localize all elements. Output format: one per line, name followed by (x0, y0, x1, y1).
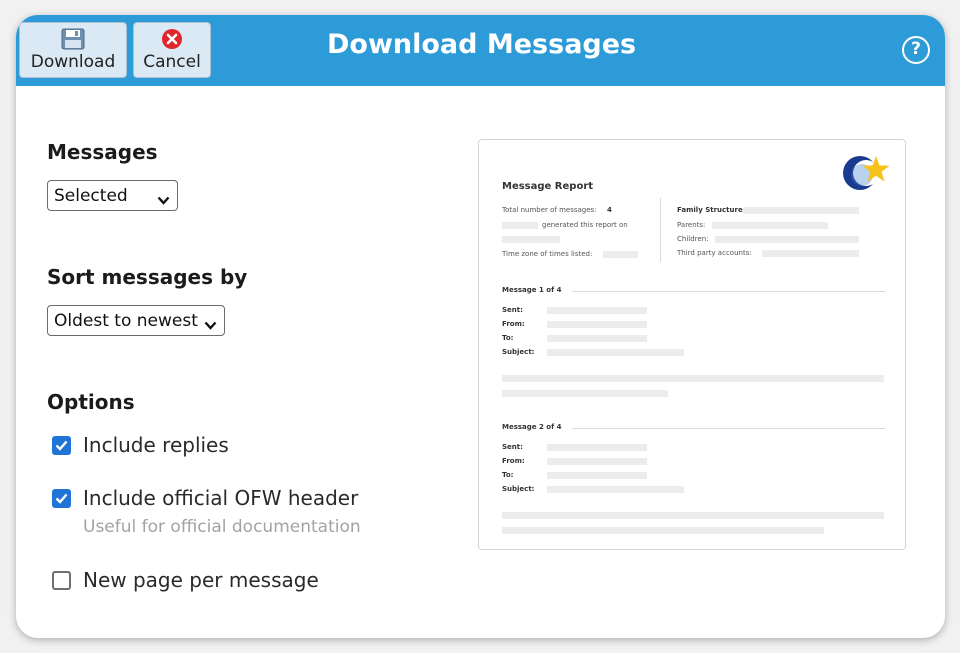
preview-from-label: From: (502, 320, 525, 328)
preview-message-header: Message 2 of 4 (502, 423, 562, 431)
preview-from-label: From: (502, 457, 525, 465)
preview-redacted-bar (502, 236, 560, 243)
preview-rule (572, 291, 885, 292)
cancel-button-label: Cancel (143, 52, 201, 72)
preview-redacted-bar (547, 472, 647, 479)
preview-family-structure-label: Family Structure: (677, 206, 746, 214)
floppy-disk-icon (61, 28, 85, 54)
sort-select[interactable]: Oldest to newest (47, 305, 225, 336)
options-heading: Options (47, 390, 135, 414)
preview-to-label: To: (502, 471, 514, 479)
sort-heading: Sort messages by (47, 265, 248, 289)
preview-message-header: Message 1 of 4 (502, 286, 562, 294)
include-replies-option[interactable]: Include replies (52, 433, 229, 457)
preview-subject-label: Subject: (502, 348, 535, 356)
new-page-per-message-option[interactable]: New page per message (52, 568, 319, 592)
preview-redacted-bar (547, 444, 647, 451)
report-preview: Message Report Total number of messages:… (478, 139, 906, 550)
new-page-per-message-label: New page per message (83, 568, 319, 592)
messages-select[interactable]: Selected (47, 180, 178, 211)
preview-redacted-bar (547, 349, 684, 356)
preview-redacted-bar (603, 251, 638, 258)
preview-third-party-label: Third party accounts: (677, 249, 752, 257)
preview-body-bar (502, 390, 668, 397)
preview-generated-text: generated this report on (542, 221, 628, 229)
preview-timezone-label: Time zone of times listed: (502, 250, 593, 258)
dialog-title: Download Messages (327, 29, 637, 60)
preview-body-bar (502, 375, 884, 382)
red-x-circle-icon (161, 28, 183, 54)
preview-redacted-bar (715, 236, 859, 243)
preview-sent-label: Sent: (502, 306, 523, 314)
preview-subject-label: Subject: (502, 485, 535, 493)
preview-sent-label: Sent: (502, 443, 523, 451)
preview-total-label: Total number of messages: (502, 206, 597, 214)
preview-total-value: 4 (607, 206, 612, 214)
preview-redacted-bar (743, 207, 859, 214)
help-icon[interactable]: ? (902, 36, 930, 64)
chevron-down-icon (157, 190, 170, 210)
preview-redacted-bar (762, 250, 859, 257)
include-replies-checkbox[interactable] (52, 435, 71, 455)
include-ofw-header-checkbox[interactable] (52, 488, 71, 508)
ofw-logo-icon (840, 152, 896, 198)
download-button[interactable]: Download (19, 22, 127, 78)
sort-select-value: Oldest to newest (54, 310, 198, 331)
preview-to-label: To: (502, 334, 514, 342)
preview-redacted-bar (547, 307, 647, 314)
preview-redacted-bar (502, 222, 538, 229)
messages-heading: Messages (47, 140, 158, 164)
preview-redacted-bar (547, 335, 647, 342)
title-bar: Download Cancel Download Messages ? (16, 15, 945, 86)
download-messages-dialog: Download Cancel Download Messages ? Mess… (16, 15, 945, 638)
preview-body-bar (502, 527, 824, 534)
preview-divider (660, 198, 661, 262)
new-page-per-message-checkbox[interactable] (52, 570, 71, 590)
ofw-header-hint: Useful for official documentation (83, 517, 361, 537)
preview-rule (572, 428, 885, 429)
preview-redacted-bar (547, 486, 684, 493)
chevron-down-icon (204, 315, 217, 335)
include-replies-label: Include replies (83, 433, 229, 457)
preview-parents-label: Parents: (677, 221, 706, 229)
preview-redacted-bar (547, 458, 647, 465)
download-button-label: Download (30, 52, 116, 72)
messages-select-value: Selected (54, 185, 128, 206)
preview-redacted-bar (547, 321, 647, 328)
cancel-button[interactable]: Cancel (133, 22, 211, 78)
preview-children-label: Children: (677, 235, 709, 243)
preview-body-bar (502, 512, 884, 519)
preview-redacted-bar (712, 222, 828, 229)
include-ofw-header-label: Include official OFW header (83, 486, 359, 510)
preview-report-title: Message Report (502, 181, 594, 192)
include-ofw-header-option[interactable]: Include official OFW header (52, 486, 358, 510)
